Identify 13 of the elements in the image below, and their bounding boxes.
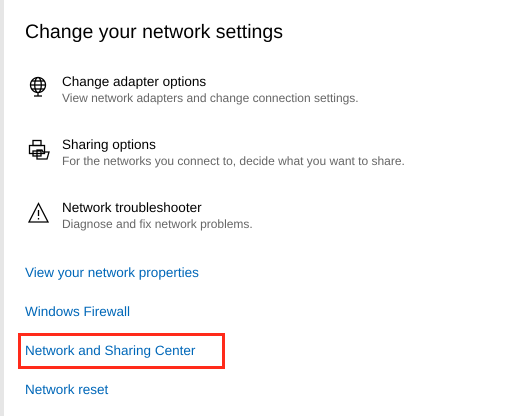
printer-folder-icon — [28, 139, 50, 162]
warning-icon — [28, 202, 50, 224]
option-description: Diagnose and fix network problems. — [62, 216, 253, 234]
option-title[interactable]: Sharing options — [62, 136, 405, 154]
settings-link[interactable]: View your network properties — [25, 258, 199, 288]
settings-link[interactable]: Windows Firewall — [25, 296, 130, 327]
option-title[interactable]: Change adapter options — [62, 73, 359, 90]
option-description: For the networks you connect to, decide what you want to share. — [62, 153, 405, 170]
page-title: Change your network settings — [25, 20, 284, 45]
settings-link[interactable]: Network reset — [25, 374, 108, 405]
option-title[interactable]: Network troubleshooter — [62, 199, 253, 216]
highlighted-link[interactable]: Network and Sharing Center — [21, 336, 222, 366]
option-description: View network adapters and change connection settings. — [62, 90, 359, 108]
